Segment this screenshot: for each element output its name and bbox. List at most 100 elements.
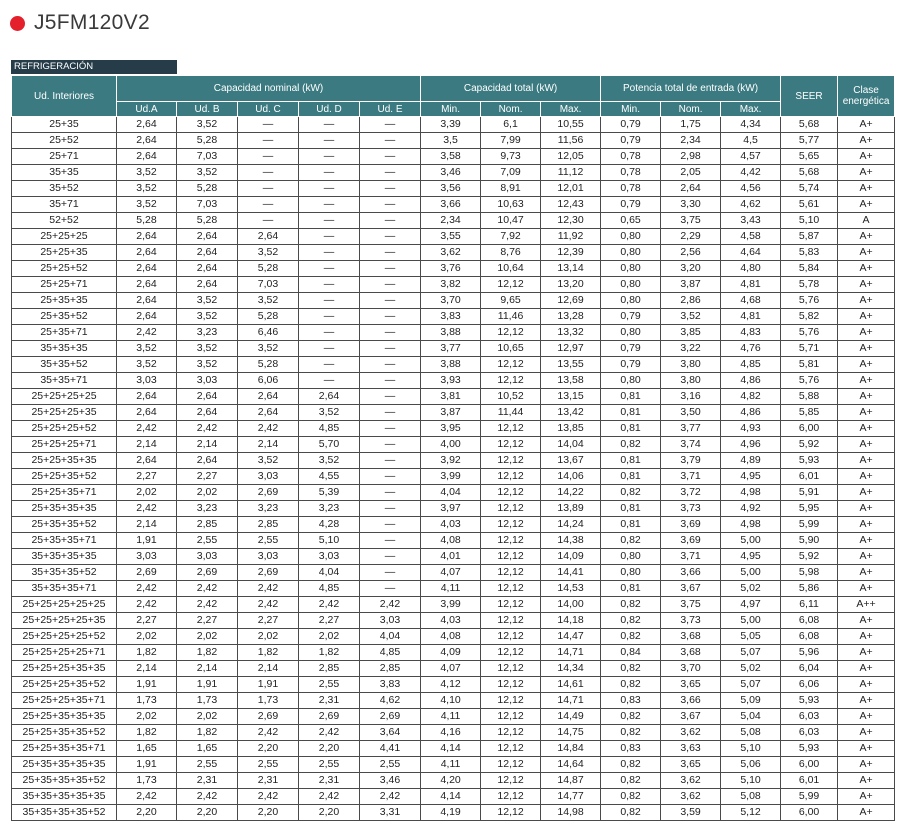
row-label-cell: 25+25+25+35: [11, 404, 117, 421]
row-label-cell: 25+35+71: [11, 324, 117, 341]
table-cell: —: [358, 292, 422, 309]
table-cell: 12,12: [480, 708, 542, 725]
table-cell: 5,77: [780, 132, 839, 149]
table-cell: 12,12: [480, 420, 542, 437]
table-cell: 5,10: [720, 772, 782, 789]
table-cell: 5,28: [176, 180, 238, 197]
table-cell: 1,91: [116, 676, 177, 693]
table-cell: —: [358, 436, 422, 453]
table-cell: 9,65: [480, 292, 542, 309]
table-cell: 14,34: [540, 660, 602, 677]
table-cell: 5,93: [780, 692, 839, 709]
table-cell: 1,73: [237, 692, 299, 709]
table-cell: 3,52: [237, 452, 299, 469]
table-cell: 2,55: [298, 676, 360, 693]
table-cell: 14,84: [540, 740, 602, 757]
table-cell: 5,90: [780, 532, 839, 549]
table-cell: 2,14: [116, 516, 177, 533]
table-cell: —: [298, 308, 360, 325]
table-cell: 5,00: [720, 564, 782, 581]
table-cell: —: [358, 340, 422, 357]
table-cell: 3,03: [176, 548, 238, 565]
table-cell: 0,82: [600, 532, 662, 549]
table-cell: 14,04: [540, 436, 602, 453]
table-cell: 5,87: [780, 228, 839, 245]
table-cell: 4,10: [420, 692, 482, 709]
table-cell: 2,55: [298, 756, 360, 773]
table-cell: 5,39: [298, 484, 360, 501]
table-cell: 4,01: [420, 548, 482, 565]
row-label-cell: 35+35+71: [11, 372, 117, 389]
table-cell: 4,85: [298, 580, 360, 597]
subheader: Ud. E: [358, 101, 422, 117]
table-cell: 12,12: [480, 468, 542, 485]
table-cell: 2,64: [116, 292, 177, 309]
table-cell: A+: [837, 180, 896, 197]
table-cell: 8,91: [480, 180, 542, 197]
row-label-cell: 25+35+35+35: [11, 500, 117, 517]
table-row: 35+71 3,52 7,03— — —3,66 10,63 12,43 0,79 3,30 4,…: [11, 196, 896, 213]
table-cell: 14,71: [540, 692, 602, 709]
table-cell: 5,76: [780, 324, 839, 341]
table-cell: 3,99: [420, 468, 482, 485]
table-cell: A+: [837, 356, 896, 373]
table-cell: 4,07: [420, 660, 482, 677]
table-cell: 5,02: [720, 660, 782, 677]
table-cell: 3,99: [420, 596, 482, 613]
table-cell: 8,76: [480, 244, 542, 261]
table-cell: 2,42: [176, 788, 238, 805]
table-cell: 5,93: [780, 452, 839, 469]
table-cell: 13,85: [540, 420, 602, 437]
row-label-cell: 25+35+52: [11, 308, 117, 325]
table-cell: A+: [837, 164, 896, 181]
table-cell: 3,77: [420, 340, 482, 357]
table-cell: 6,11: [780, 596, 839, 613]
table-cell: 4,04: [420, 484, 482, 501]
table-cell: 12,12: [480, 756, 542, 773]
table-cell: 1,91: [116, 532, 177, 549]
table-cell: 0,81: [600, 404, 662, 421]
table-cell: —: [298, 276, 360, 293]
table-cell: 2,42: [237, 596, 299, 613]
table-row: 25+25+25+71 2,14 2,14 2,14 5,70—4,00 12,12 14,…: [11, 436, 896, 453]
table-cell: 4,85: [358, 644, 422, 661]
table-cell: A+: [837, 196, 896, 213]
table-cell: 4,08: [420, 628, 482, 645]
table-cell: 2,55: [176, 532, 238, 549]
table-row: 35+35+35+35 3,03 3,03 3,03 3,03—4,01 12,12 14,…: [11, 548, 896, 565]
table-cell: 1,82: [176, 644, 238, 661]
table-cell: 12,12: [480, 596, 542, 613]
table-cell: A+: [837, 116, 896, 133]
table-cell: 1,75: [660, 116, 722, 133]
table-cell: 3,23: [176, 500, 238, 517]
table-cell: 12,12: [480, 500, 542, 517]
table-cell: 2,02: [176, 484, 238, 501]
subheader: Ud.A: [116, 101, 177, 117]
table-cell: 4,11: [420, 708, 482, 725]
table-cell: 2,31: [298, 772, 360, 789]
table-cell: 3,95: [420, 420, 482, 437]
table-cell: 4,93: [720, 420, 782, 437]
table-cell: 3,85: [660, 324, 722, 341]
table-cell: —: [358, 228, 422, 245]
table-cell: A+: [837, 692, 896, 709]
subheader: Ud. B: [176, 101, 238, 117]
table-cell: A+: [837, 612, 896, 629]
table-cell: 2,64: [116, 132, 177, 149]
table-cell: A+: [837, 452, 896, 469]
table-cell: 12,12: [480, 532, 542, 549]
table-cell: 1,73: [116, 692, 177, 709]
table-cell: A+: [837, 420, 896, 437]
table-cell: 3,66: [660, 564, 722, 581]
table-cell: 5,28: [176, 212, 238, 229]
table-cell: 5,92: [780, 548, 839, 565]
table-cell: 0,82: [600, 484, 662, 501]
table-cell: 2,64: [116, 308, 177, 325]
row-label-cell: 25+71: [11, 148, 117, 165]
table-cell: 2,69: [298, 708, 360, 725]
table-cell: 3,52: [237, 292, 299, 309]
table-cell: 2,14: [237, 660, 299, 677]
table-cell: 4,80: [720, 260, 782, 277]
table-row: 25+25+35+35+52 1,82 1,82 2,42 2,42 3,64 4,16 12…: [11, 724, 896, 741]
table-cell: A+: [837, 404, 896, 421]
